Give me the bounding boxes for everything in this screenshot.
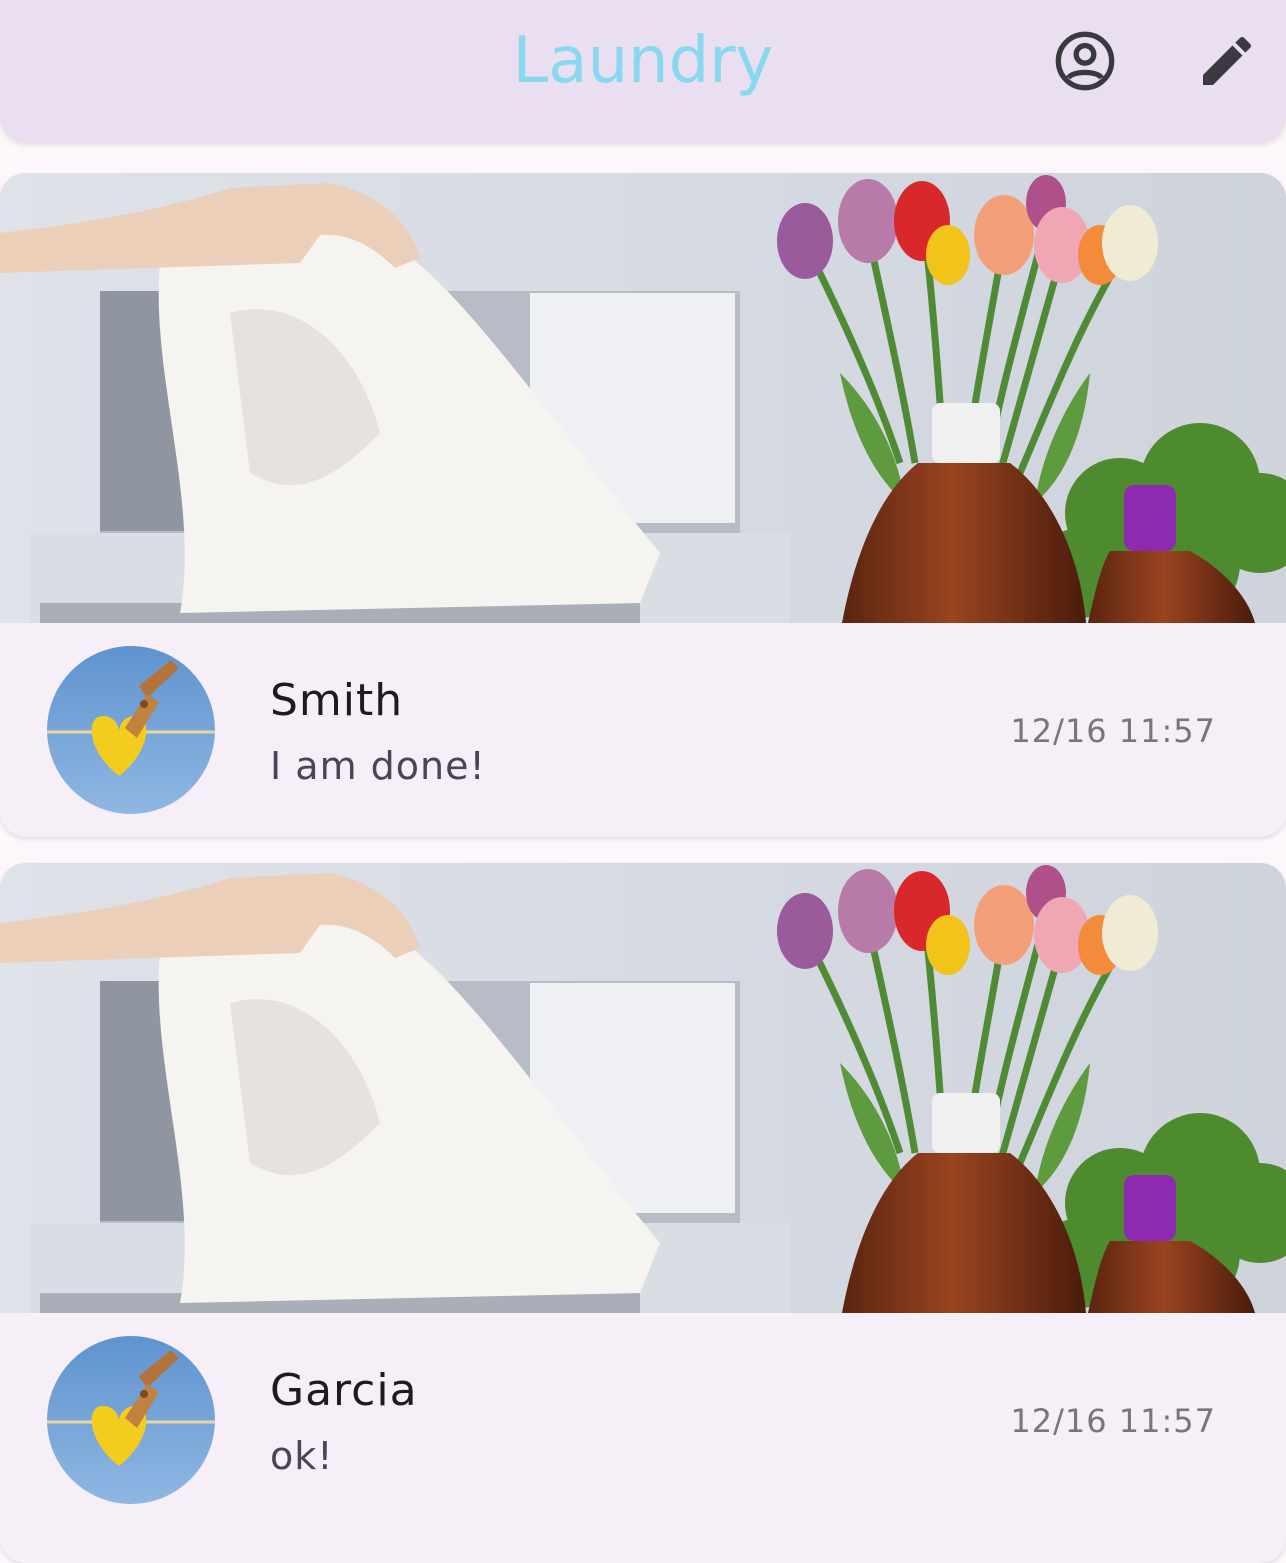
- clothespin-heart-avatar-icon: [47, 1336, 215, 1504]
- edit-pencil-icon: [1203, 36, 1252, 85]
- message-text: ok!: [270, 1434, 334, 1478]
- laundry-photo: [0, 173, 1286, 623]
- profile-button[interactable]: [1050, 26, 1120, 96]
- account-circle-icon: [1055, 31, 1115, 91]
- message-timestamp: 12/16 11:57: [1010, 1402, 1216, 1440]
- message-text: I am done!: [270, 744, 486, 788]
- avatar: [47, 1336, 215, 1504]
- sender-name: Smith: [270, 675, 404, 726]
- message-card[interactable]: Garcia ok! 12/16 11:57: [0, 863, 1286, 1563]
- message-timestamp: 12/16 11:57: [1010, 712, 1216, 750]
- sender-name: Garcia: [270, 1365, 418, 1416]
- app-bar: Laundry: [0, 0, 1286, 142]
- laundry-photo: [0, 863, 1286, 1313]
- clothespin-heart-avatar-icon: [47, 646, 215, 814]
- edit-button[interactable]: [1192, 26, 1262, 96]
- message-card[interactable]: Smith I am done! 12/16 11:57: [0, 173, 1286, 837]
- avatar: [47, 646, 215, 814]
